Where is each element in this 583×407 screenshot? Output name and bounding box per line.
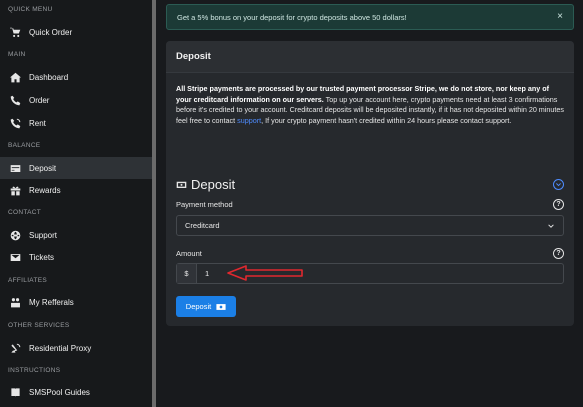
amount-help-icon[interactable]: ? xyxy=(553,248,564,259)
sidebar-item-tickets[interactable]: Tickets xyxy=(0,246,152,268)
section-label-main: MAIN xyxy=(8,51,26,58)
deposit-info-text: All Stripe payments are processed by our… xyxy=(176,84,564,126)
card-title: Deposit xyxy=(176,51,211,62)
sidebar-item-label: Order xyxy=(29,95,50,105)
money-icon xyxy=(176,181,187,188)
payment-method-label: Payment method xyxy=(176,200,233,209)
payment-method-select[interactable]: Creditcard xyxy=(176,215,564,236)
sidebar-item-label: Rent xyxy=(29,118,46,128)
deposit-card: Deposit All Stripe payments are processe… xyxy=(166,41,574,326)
alert-text: Get a 5% bonus on your deposit for crypt… xyxy=(177,12,407,22)
main-content: Get a 5% bonus on your deposit for crypt… xyxy=(156,0,583,407)
section-label-instructions: INSTRUCTIONS xyxy=(8,367,61,374)
gift-icon xyxy=(8,183,22,197)
chevron-down-icon xyxy=(556,183,561,187)
sidebar-item-rewards[interactable]: Rewards xyxy=(0,179,152,201)
sidebar-item-label: SMSPool Guides xyxy=(29,387,90,397)
collapse-button[interactable] xyxy=(553,179,564,190)
phone-icon xyxy=(8,93,22,107)
phone-rent-icon xyxy=(8,116,22,130)
sidebar-item-rent[interactable]: Rent xyxy=(0,112,152,134)
info-text-2: , If your crypto payment hasn't credited… xyxy=(261,115,512,125)
sidebar-item-dashboard[interactable]: Dashboard xyxy=(0,66,152,88)
section-label-contact: CONTACT xyxy=(8,209,42,216)
sidebar-item-my-refferals[interactable]: My Refferals xyxy=(0,291,152,313)
sidebar-item-label: Rewards xyxy=(29,185,61,195)
sidebar-item-deposit[interactable]: Deposit xyxy=(0,157,152,179)
section-label-affiliates: AFFILIATES xyxy=(8,277,47,284)
currency-addon: $ xyxy=(177,264,197,283)
sidebar: QUICK MENU Quick Order MAIN Dashboard Or… xyxy=(0,0,152,407)
deposit-heading: Deposit xyxy=(176,177,235,192)
sidebar-item-support[interactable]: Support xyxy=(0,224,152,246)
money-icon xyxy=(216,303,226,310)
payment-method-value: Creditcard xyxy=(185,221,220,230)
chevron-down-icon xyxy=(548,224,554,228)
deposit-button-label: Deposit xyxy=(185,302,212,311)
home-icon xyxy=(8,70,22,84)
section-label-balance: BALANCE xyxy=(8,142,41,149)
card-header: Deposit xyxy=(166,41,574,73)
sidebar-item-order[interactable]: Order xyxy=(0,89,152,111)
close-icon[interactable]: × xyxy=(557,11,563,22)
amount-label: Amount xyxy=(176,249,202,258)
annotation-arrow xyxy=(227,265,303,281)
sidebar-item-label: My Refferals xyxy=(29,297,74,307)
cart-icon xyxy=(8,25,22,39)
sidebar-item-label: Deposit xyxy=(29,163,57,173)
support-link[interactable]: support xyxy=(237,116,261,125)
bonus-alert: Get a 5% bonus on your deposit for crypt… xyxy=(166,4,574,30)
sidebar-item-label: Support xyxy=(29,230,58,240)
envelope-icon xyxy=(8,250,22,264)
sidebar-item-quick-order[interactable]: Quick Order xyxy=(0,21,152,43)
credit-card-icon xyxy=(8,161,22,175)
sidebar-item-label: Residential Proxy xyxy=(29,343,92,353)
users-icon xyxy=(8,295,22,309)
satellite-icon xyxy=(8,341,22,355)
globe-icon xyxy=(8,228,22,242)
sidebar-item-smspool-guides[interactable]: SMSPool Guides xyxy=(0,381,152,403)
book-icon xyxy=(8,385,22,399)
deposit-submit-button[interactable]: Deposit xyxy=(176,296,236,317)
deposit-heading-text: Deposit xyxy=(191,177,236,192)
section-label-other-services: OTHER SERVICES xyxy=(8,322,70,329)
sidebar-item-label: Dashboard xyxy=(29,72,69,82)
sidebar-item-label: Tickets xyxy=(29,252,55,262)
payment-method-help-icon[interactable]: ? xyxy=(553,199,564,210)
sidebar-item-label: Quick Order xyxy=(29,27,73,37)
section-label-quick-menu: QUICK MENU xyxy=(8,6,53,13)
sidebar-item-residential-proxy[interactable]: Residential Proxy xyxy=(0,337,152,359)
